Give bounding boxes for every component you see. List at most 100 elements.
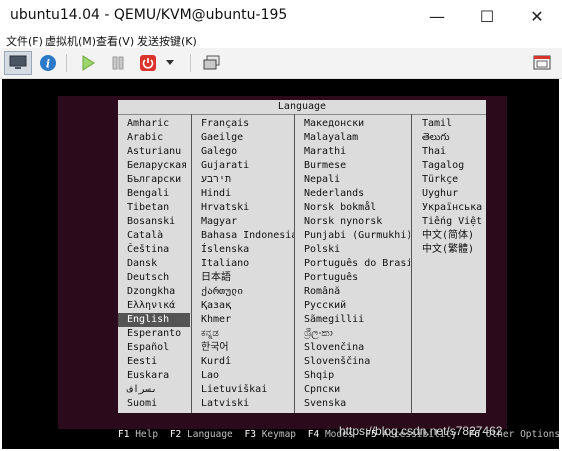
- language-option[interactable]: Српски: [295, 383, 410, 397]
- language-option[interactable]: Português: [295, 271, 410, 285]
- language-option[interactable]: ಕನ್ನಡ: [192, 327, 294, 341]
- snapshot-button[interactable]: [200, 51, 224, 75]
- language-option[interactable]: తెలుగు: [413, 131, 485, 145]
- language-option[interactable]: Íslenska: [192, 243, 294, 257]
- language-option[interactable]: Русский: [295, 299, 410, 313]
- shutdown-menu-button[interactable]: [162, 51, 178, 75]
- language-option[interactable]: Tiếng Việt: [413, 215, 485, 229]
- language-option[interactable]: Gaeilge: [192, 131, 294, 145]
- language-option[interactable]: Marathi: [295, 145, 410, 159]
- fullscreen-button[interactable]: [530, 51, 554, 75]
- language-option[interactable]: Català: [118, 229, 190, 243]
- language-option[interactable]: Sãmegillii: [295, 313, 410, 327]
- close-icon: ✕: [530, 6, 544, 26]
- language-option[interactable]: Burmese: [295, 159, 410, 173]
- language-option[interactable]: Italiano: [192, 257, 294, 271]
- language-option[interactable]: Suomi: [118, 397, 190, 411]
- language-option[interactable]: Lietuviškai: [192, 383, 294, 397]
- language-option[interactable]: Dzongkha: [118, 285, 190, 299]
- language-option[interactable]: Slovenščina: [295, 355, 410, 369]
- console-view-button[interactable]: [4, 51, 32, 75]
- language-option[interactable]: 中文(繁體): [413, 243, 485, 257]
- language-option[interactable]: Norsk nynorsk: [295, 215, 410, 229]
- language-option[interactable]: Uyghur: [413, 187, 485, 201]
- snapshot-icon: [203, 55, 220, 70]
- details-button[interactable]: i: [36, 51, 60, 75]
- language-option[interactable]: Svenska: [295, 397, 410, 411]
- language-option[interactable]: Thai: [413, 145, 485, 159]
- language-option[interactable]: 中文(简体): [413, 229, 485, 243]
- run-button[interactable]: [76, 51, 100, 75]
- language-option[interactable]: Français: [192, 117, 294, 131]
- language-option[interactable]: 한국어: [192, 341, 294, 355]
- language-option[interactable]: Galego: [192, 145, 294, 159]
- minimize-button[interactable]: —: [414, 0, 460, 32]
- installer-console: Language Amharic Arabic Asturianu Белару…: [58, 96, 560, 440]
- language-option[interactable]: Asturianu: [118, 145, 190, 159]
- language-option[interactable]: ىسراف: [118, 383, 190, 397]
- language-option[interactable]: תירבע: [192, 173, 294, 187]
- language-option[interactable]: Esperanto: [118, 327, 190, 341]
- language-option[interactable]: Eesti: [118, 355, 190, 369]
- language-option[interactable]: Tamil: [413, 117, 485, 131]
- language-option[interactable]: Қазақ: [192, 299, 294, 313]
- language-option[interactable]: Bengali: [118, 187, 190, 201]
- language-option[interactable]: Malayalam: [295, 131, 410, 145]
- fkey-language[interactable]: F2 Language: [170, 429, 233, 440]
- language-option[interactable]: Български: [118, 173, 190, 187]
- info-icon: i: [40, 55, 56, 71]
- language-option[interactable]: Euskara: [118, 369, 190, 383]
- language-option[interactable]: Magyar: [192, 215, 294, 229]
- language-option[interactable]: Gujarati: [192, 159, 294, 173]
- language-option[interactable]: Punjabi (Gurmukhi): [295, 229, 410, 243]
- menu-send-key[interactable]: 发送按键(K): [137, 33, 197, 49]
- language-option[interactable]: Latviski: [192, 397, 294, 411]
- language-option[interactable]: Shqip: [295, 369, 410, 383]
- menu-vm[interactable]: 虚拟机(M): [45, 33, 96, 49]
- vm-display[interactable]: Language Amharic Arabic Asturianu Белару…: [2, 79, 560, 449]
- language-option[interactable]: Nederlands: [295, 187, 410, 201]
- fkey-help[interactable]: F1 Help: [118, 429, 158, 440]
- language-option-selected[interactable]: English: [118, 313, 190, 327]
- toolbar-separator: [190, 54, 191, 72]
- language-option[interactable]: Tagalog: [413, 159, 485, 173]
- language-option[interactable]: Deutsch: [118, 271, 190, 285]
- language-option[interactable]: Español: [118, 341, 190, 355]
- language-option[interactable]: Dansk: [118, 257, 190, 271]
- language-option[interactable]: Arabic: [118, 131, 190, 145]
- language-option[interactable]: Hrvatski: [192, 201, 294, 215]
- language-option[interactable]: Slovenčina: [295, 341, 410, 355]
- fkey-label: Language: [187, 429, 233, 440]
- language-column-3: Македонски Malayalam Marathi Burmese Nep…: [295, 117, 410, 411]
- language-option[interactable]: Українська: [413, 201, 485, 215]
- language-option[interactable]: 日本語: [192, 271, 294, 285]
- language-option[interactable]: Norsk bokmål: [295, 201, 410, 215]
- language-option[interactable]: Română: [295, 285, 410, 299]
- fkey-keymap[interactable]: F3 Keymap: [245, 429, 297, 440]
- language-option[interactable]: Nepali: [295, 173, 410, 187]
- close-button[interactable]: ✕: [514, 0, 560, 32]
- language-option[interactable]: Lao: [192, 369, 294, 383]
- language-option[interactable]: ქართული: [192, 285, 294, 299]
- language-option[interactable]: Khmer: [192, 313, 294, 327]
- language-option[interactable]: Polski: [295, 243, 410, 257]
- menu-view[interactable]: 查看(V): [96, 33, 134, 49]
- language-option[interactable]: Türkçe: [413, 173, 485, 187]
- language-option[interactable]: Tibetan: [118, 201, 190, 215]
- language-option[interactable]: Português do Brasil: [295, 257, 410, 271]
- pause-button[interactable]: [106, 51, 130, 75]
- language-option[interactable]: Hindi: [192, 187, 294, 201]
- language-option[interactable]: Amharic: [118, 117, 190, 131]
- language-option[interactable]: Македонски: [295, 117, 410, 131]
- language-option[interactable]: Bosanski: [118, 215, 190, 229]
- shutdown-button[interactable]: [136, 51, 160, 75]
- language-option[interactable]: Ελληνικά: [118, 299, 190, 313]
- language-option[interactable]: Kurdî: [192, 355, 294, 369]
- language-option[interactable]: Čeština: [118, 243, 190, 257]
- language-option[interactable]: ශ්‍රීලංකා: [295, 327, 410, 341]
- language-option[interactable]: Беларуская: [118, 159, 190, 173]
- language-option[interactable]: Bahasa Indonesia: [192, 229, 294, 243]
- menu-file[interactable]: 文件(F): [6, 33, 43, 49]
- maximize-button[interactable]: ☐: [464, 0, 510, 32]
- fkey-number: F1: [118, 429, 130, 440]
